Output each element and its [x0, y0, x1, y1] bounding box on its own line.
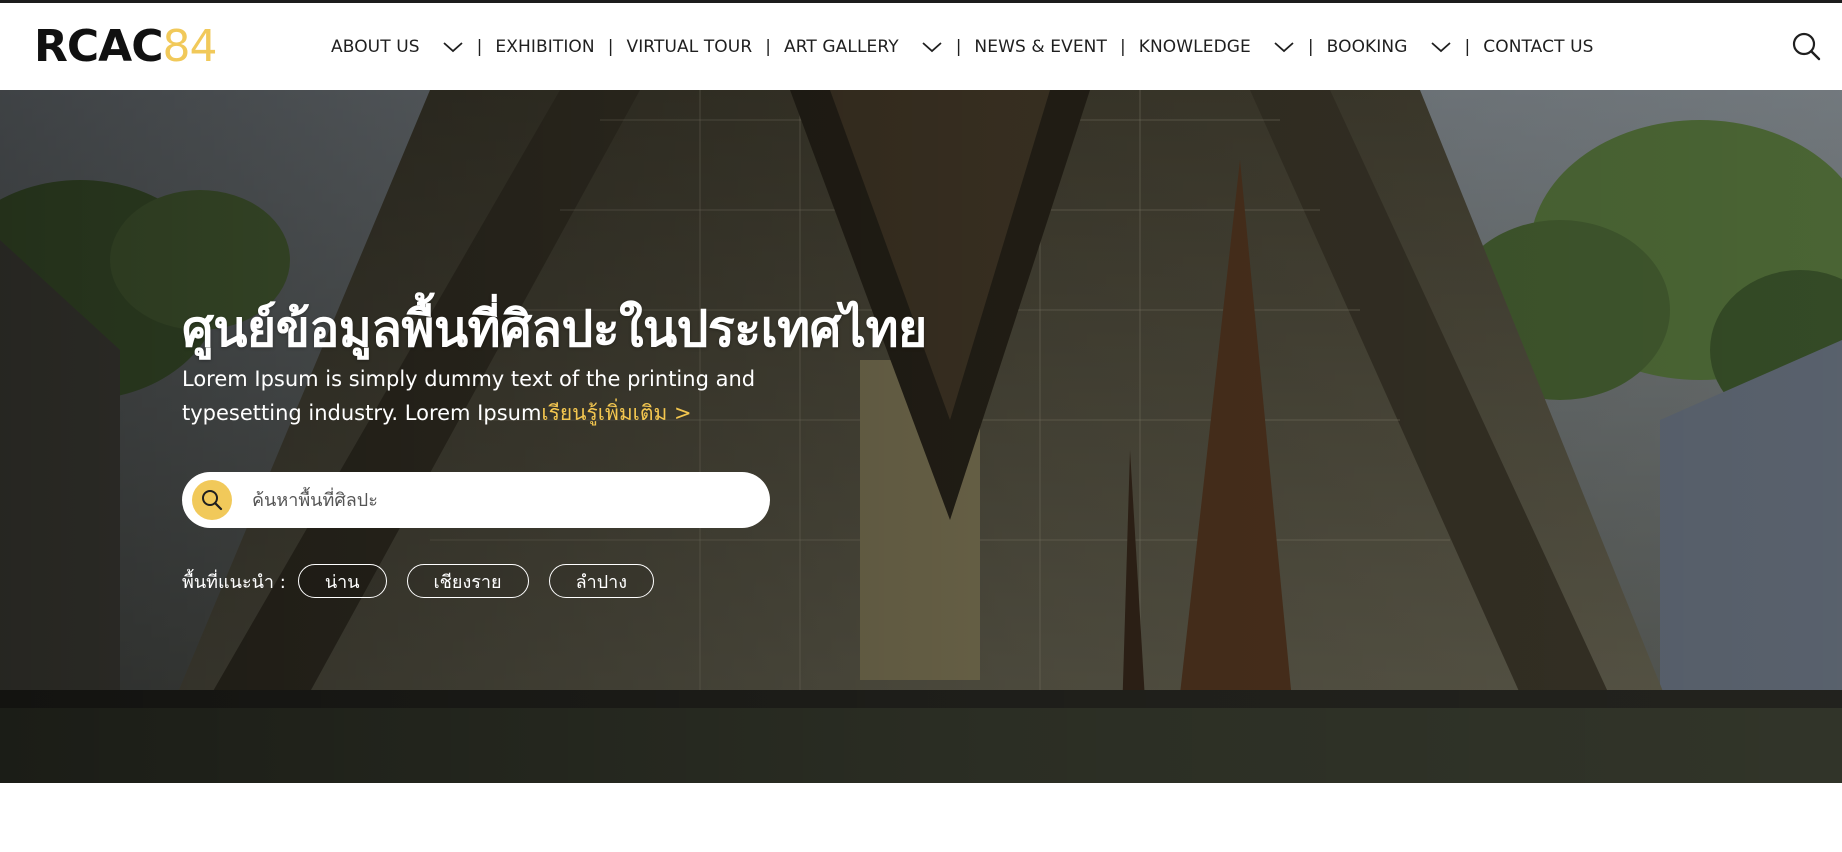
hero-search-box — [182, 472, 770, 528]
hero-banner: ศูนย์ข้อมูลพื้นที่ศิลปะในประเทศไทย Lorem… — [0, 90, 1842, 783]
suggestion-chip-chiang-rai[interactable]: เชียงราย — [406, 564, 529, 598]
nav-label: CONTACT US — [1483, 36, 1594, 57]
nav-label: ABOUT US — [331, 36, 420, 57]
nav-separator: | — [476, 36, 483, 57]
suggested-areas: พื้นที่แนะนำ : น่าน เชียงราย ลำปาง — [182, 564, 674, 598]
suggestion-chip-lampang[interactable]: ลำปาง — [548, 564, 655, 598]
nav-item-art-gallery[interactable]: ART GALLERY — [784, 37, 943, 57]
nav-separator: | — [1307, 36, 1314, 57]
nav-item-contact-us[interactable]: CONTACT US — [1483, 37, 1593, 57]
nav-separator: | — [607, 36, 614, 57]
hero-title: ศูนย์ข้อมูลพื้นที่ศิลปะในประเทศไทย — [182, 300, 927, 358]
suggestion-chip-nan[interactable]: น่าน — [297, 564, 387, 598]
search-icon[interactable] — [192, 480, 232, 520]
main-nav: ABOUT US | EXHIBITION | VIRTUAL TOUR | A… — [331, 3, 1594, 90]
nav-label: EXHIBITION — [495, 36, 595, 57]
nav-separator: | — [765, 36, 771, 57]
hero-description: Lorem Ipsum is simply dummy text of the … — [182, 362, 802, 430]
chevron-down-icon[interactable] — [442, 40, 464, 54]
search-icon[interactable] — [1790, 30, 1822, 62]
learn-more-link[interactable]: เรียนรู้เพิ่มเติม > — [541, 401, 691, 425]
nav-label: BOOKING — [1326, 36, 1408, 57]
chevron-down-icon[interactable] — [1273, 40, 1295, 54]
nav-label: NEWS & EVENT — [974, 36, 1107, 57]
search-icon — [202, 490, 223, 511]
nav-item-exhibition[interactable]: EXHIBITION — [495, 37, 594, 57]
nav-item-knowledge[interactable]: KNOWLEDGE — [1139, 37, 1295, 57]
nav-separator: | — [1464, 36, 1471, 57]
nav-separator: | — [955, 36, 962, 57]
logo[interactable]: RCAC84 — [34, 25, 218, 69]
suggested-areas-label: พื้นที่แนะนำ : — [182, 571, 286, 593]
nav-label: KNOWLEDGE — [1138, 36, 1251, 57]
nav-label: ART GALLERY — [783, 36, 899, 57]
hero-background-image — [0, 90, 1842, 783]
nav-item-virtual-tour[interactable]: VIRTUAL TOUR — [626, 37, 752, 57]
search-input[interactable] — [250, 480, 730, 520]
nav-label: VIRTUAL TOUR — [626, 36, 753, 57]
site-header: RCAC84 ABOUT US | EXHIBITION | VIRTUAL T… — [0, 3, 1842, 90]
nav-item-about-us[interactable]: ABOUT US — [331, 37, 464, 57]
nav-item-booking[interactable]: BOOKING — [1327, 37, 1452, 57]
nav-item-news-event[interactable]: NEWS & EVENT — [974, 37, 1107, 57]
nav-separator: | — [1119, 36, 1126, 57]
chevron-down-icon[interactable] — [1430, 40, 1452, 54]
chevron-down-icon[interactable] — [921, 40, 943, 54]
